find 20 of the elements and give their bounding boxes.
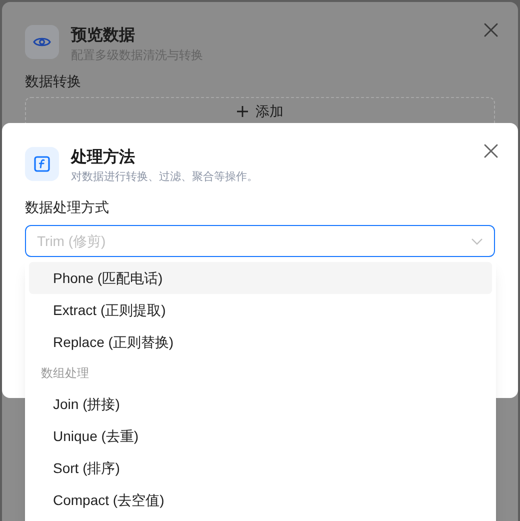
dialog-title: 处理方法 [71,147,136,168]
function-icon [34,156,50,172]
eye-icon [33,36,51,48]
dialog-subtitle: 对数据进行转换、过滤、聚合等操作。 [71,170,258,185]
chevron-down-icon [471,238,483,244]
plus-icon [236,106,248,117]
close-icon[interactable] [483,22,499,38]
dropdown-option[interactable]: Compact (去空值) [29,484,492,516]
dropdown-option[interactable]: Phone (匹配电话) [29,262,492,294]
dropdown-option[interactable]: Unique (去重) [29,420,492,452]
dropdown-option[interactable]: Replace (正则替换) [29,326,492,358]
close-icon[interactable] [483,143,499,159]
dropdown-option[interactable]: Extract (正则提取) [29,294,492,326]
field-label: 数据处理方式 [25,198,110,217]
dialog-title: 预览数据 [71,26,136,46]
group-label: 数组处理 [40,365,90,382]
dropdown-option[interactable]: Sort (排序) [29,452,492,484]
select-placeholder: Trim (修剪) [37,232,106,251]
dropdown-option[interactable]: Join (拼接) [29,388,492,420]
section-label: 数据转换 [25,72,82,91]
